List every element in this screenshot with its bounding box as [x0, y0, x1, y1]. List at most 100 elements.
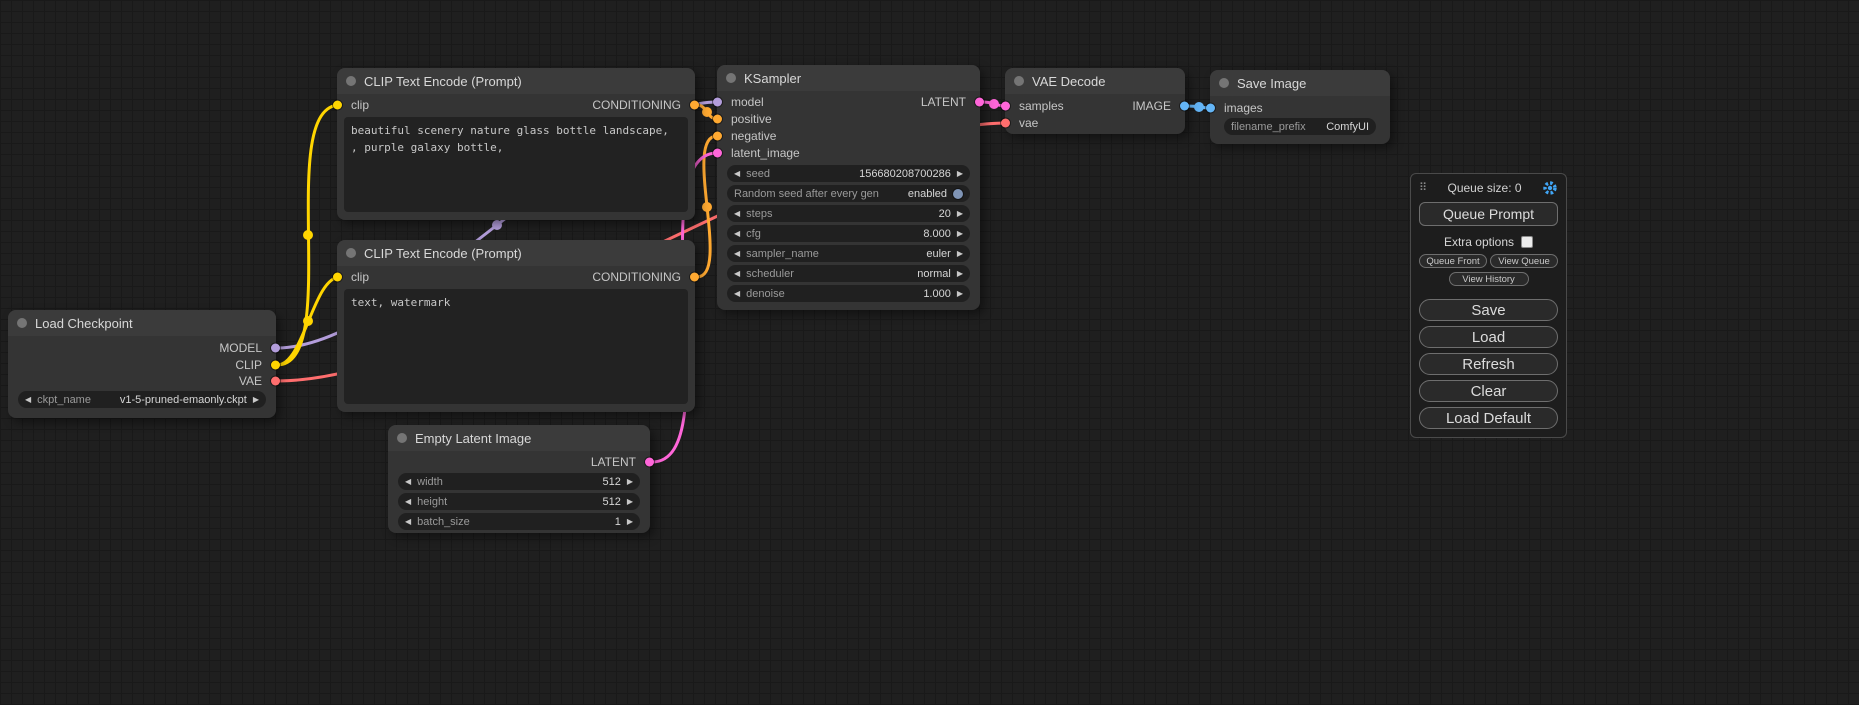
increment-arrow-icon[interactable]: ▶ [957, 225, 963, 242]
latent-output-dot[interactable] [975, 98, 984, 107]
increment-arrow-icon[interactable]: ▶ [627, 493, 633, 510]
save-button[interactable]: Save [1419, 299, 1558, 321]
input-slot-images[interactable]: images [1210, 100, 1263, 116]
clip-input-dot[interactable] [333, 273, 342, 282]
latent-input-dot[interactable] [713, 149, 722, 158]
node-header[interactable]: CLIP Text Encode (Prompt) [337, 68, 695, 94]
increment-arrow-icon[interactable]: ▶ [627, 473, 633, 490]
collapse-dot-icon[interactable] [726, 73, 736, 83]
increment-arrow-icon[interactable]: ▶ [627, 513, 633, 530]
drag-handle-icon[interactable]: ⠿ [1419, 183, 1427, 193]
input-slot-samples[interactable]: samples [1005, 98, 1064, 114]
widget-filename-prefix[interactable]: filename_prefix ComfyUI [1224, 118, 1376, 135]
conditioning-output-dot[interactable] [690, 273, 699, 282]
input-slot-negative[interactable]: negative [717, 128, 776, 144]
image-output-dot[interactable] [1180, 102, 1189, 111]
decrement-arrow-icon[interactable]: ◀ [734, 285, 740, 302]
collapse-dot-icon[interactable] [1014, 76, 1024, 86]
conditioning-output-dot[interactable] [690, 101, 699, 110]
conditioning-input-dot[interactable] [713, 115, 722, 124]
queue-prompt-button[interactable]: Queue Prompt [1419, 202, 1558, 226]
node-header[interactable]: Empty Latent Image [388, 425, 650, 451]
widget-sampler-name[interactable]: ◀ sampler_name euler ▶ [727, 245, 970, 262]
latent-output-dot[interactable] [645, 458, 654, 467]
output-slot-latent[interactable]: LATENT [921, 94, 980, 110]
widget-scheduler[interactable]: ◀ scheduler normal ▶ [727, 265, 970, 282]
extra-options-checkbox[interactable] [1521, 236, 1533, 248]
decrement-arrow-icon[interactable]: ◀ [734, 165, 740, 182]
decrement-arrow-icon[interactable]: ◀ [734, 245, 740, 262]
widget-ckpt-name[interactable]: ◀ ckpt_name v1-5-pruned-emaonly.ckpt ▶ [18, 391, 266, 408]
output-slot-model[interactable]: MODEL [219, 340, 276, 356]
node-clip-text-encode-negative[interactable]: CLIP Text Encode (Prompt) clip CONDITION… [337, 240, 695, 412]
node-header[interactable]: Load Checkpoint [8, 310, 276, 336]
node-header[interactable]: Save Image [1210, 70, 1390, 96]
toggle-knob-icon[interactable] [953, 189, 963, 199]
clear-button[interactable]: Clear [1419, 380, 1558, 402]
gear-icon[interactable] [1542, 180, 1558, 196]
node-save-image[interactable]: Save Image images filename_prefix ComfyU… [1210, 70, 1390, 144]
queue-front-button[interactable]: Queue Front [1419, 254, 1487, 268]
output-slot-conditioning[interactable]: CONDITIONING [592, 97, 695, 113]
increment-arrow-icon[interactable]: ▶ [957, 245, 963, 262]
vae-output-dot[interactable] [271, 377, 280, 386]
input-slot-clip[interactable]: clip [337, 269, 369, 285]
collapse-dot-icon[interactable] [1219, 78, 1229, 88]
load-button[interactable]: Load [1419, 326, 1558, 348]
widget-seed[interactable]: ◀ seed 156680208700286 ▶ [727, 165, 970, 182]
load-default-button[interactable]: Load Default [1419, 407, 1558, 429]
node-header[interactable]: CLIP Text Encode (Prompt) [337, 240, 695, 266]
widget-random-seed-toggle[interactable]: Random seed after every gen enabled [727, 185, 970, 202]
widget-batch-size[interactable]: ◀ batch_size 1 ▶ [398, 513, 640, 530]
decrement-arrow-icon[interactable]: ◀ [405, 473, 411, 490]
increment-arrow-icon[interactable]: ▶ [957, 165, 963, 182]
increment-arrow-icon[interactable]: ▶ [957, 285, 963, 302]
node-load-checkpoint[interactable]: Load Checkpoint MODEL CLIP VAE ◀ ckpt_na… [8, 310, 276, 418]
output-slot-clip[interactable]: CLIP [235, 357, 276, 373]
decrement-arrow-icon[interactable]: ◀ [734, 225, 740, 242]
input-slot-clip[interactable]: clip [337, 97, 369, 113]
node-ksampler[interactable]: KSampler model positive negative latent_… [717, 65, 980, 310]
collapse-dot-icon[interactable] [17, 318, 27, 328]
decrement-arrow-icon[interactable]: ◀ [405, 493, 411, 510]
latent-input-dot[interactable] [1001, 102, 1010, 111]
input-slot-vae[interactable]: vae [1005, 115, 1038, 131]
widget-cfg[interactable]: ◀ cfg 8.000 ▶ [727, 225, 970, 242]
widget-denoise[interactable]: ◀ denoise 1.000 ▶ [727, 285, 970, 302]
node-header[interactable]: VAE Decode [1005, 68, 1185, 94]
node-empty-latent-image[interactable]: Empty Latent Image LATENT ◀ width 512 ▶ … [388, 425, 650, 533]
node-vae-decode[interactable]: VAE Decode samples vae IMAGE [1005, 68, 1185, 134]
decrement-arrow-icon[interactable]: ◀ [734, 265, 740, 282]
widget-height[interactable]: ◀ height 512 ▶ [398, 493, 640, 510]
model-output-dot[interactable] [271, 344, 280, 353]
output-slot-conditioning[interactable]: CONDITIONING [592, 269, 695, 285]
clip-input-dot[interactable] [333, 101, 342, 110]
input-slot-model[interactable]: model [717, 94, 764, 110]
output-slot-latent[interactable]: LATENT [591, 454, 650, 470]
graph-canvas[interactable]: Load Checkpoint MODEL CLIP VAE ◀ ckpt_na… [0, 0, 1859, 705]
vae-input-dot[interactable] [1001, 119, 1010, 128]
decrement-arrow-icon[interactable]: ◀ [405, 513, 411, 530]
refresh-button[interactable]: Refresh [1419, 353, 1558, 375]
node-clip-text-encode-positive[interactable]: CLIP Text Encode (Prompt) clip CONDITION… [337, 68, 695, 220]
widget-steps[interactable]: ◀ steps 20 ▶ [727, 205, 970, 222]
input-slot-positive[interactable]: positive [717, 111, 772, 127]
increment-arrow-icon[interactable]: ▶ [957, 205, 963, 222]
node-header[interactable]: KSampler [717, 65, 980, 91]
collapse-dot-icon[interactable] [346, 76, 356, 86]
increment-arrow-icon[interactable]: ▶ [253, 391, 259, 408]
collapse-dot-icon[interactable] [397, 433, 407, 443]
widget-width[interactable]: ◀ width 512 ▶ [398, 473, 640, 490]
decrement-arrow-icon[interactable]: ◀ [734, 205, 740, 222]
prompt-textarea[interactable]: text, watermark [344, 289, 688, 404]
output-slot-image[interactable]: IMAGE [1132, 98, 1185, 114]
prompt-textarea[interactable]: beautiful scenery nature glass bottle la… [344, 117, 688, 212]
conditioning-input-dot[interactable] [713, 132, 722, 141]
view-history-button[interactable]: View History [1449, 272, 1529, 286]
collapse-dot-icon[interactable] [346, 248, 356, 258]
view-queue-button[interactable]: View Queue [1490, 254, 1558, 268]
output-slot-vae[interactable]: VAE [239, 373, 276, 389]
increment-arrow-icon[interactable]: ▶ [957, 265, 963, 282]
model-input-dot[interactable] [713, 98, 722, 107]
clip-output-dot[interactable] [271, 361, 280, 370]
